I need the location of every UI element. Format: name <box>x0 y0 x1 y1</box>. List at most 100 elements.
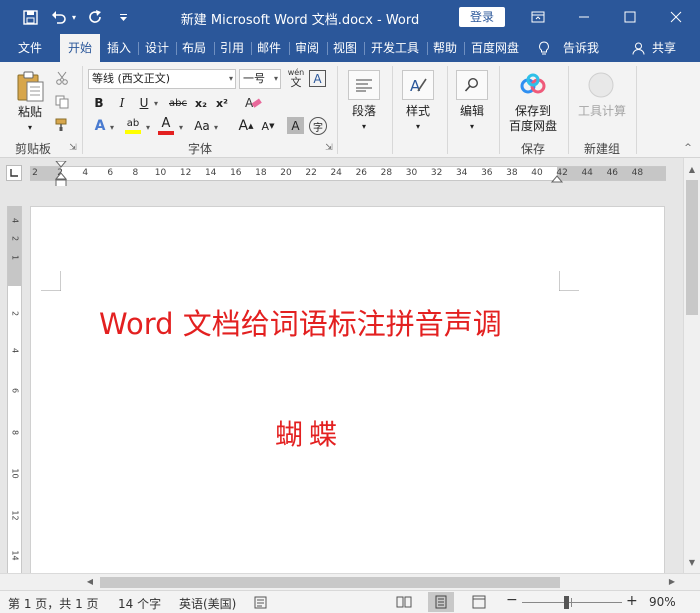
document-word[interactable]: 蝴蝶 <box>275 413 343 453</box>
scroll-right-icon[interactable]: ▶ <box>664 574 680 590</box>
tab-review[interactable]: 审阅 <box>290 34 324 62</box>
copy-icon[interactable] <box>54 94 70 110</box>
save-to-baidu-line2[interactable]: 百度网盘 <box>505 119 561 134</box>
underline-button[interactable]: U <box>136 94 152 112</box>
tell-me-search[interactable]: 告诉我 <box>558 34 604 62</box>
paragraph-icon[interactable] <box>348 70 380 100</box>
close-icon[interactable] <box>653 0 699 34</box>
enclose-characters-button[interactable]: 字 <box>309 117 327 135</box>
strikethrough-button[interactable]: abc <box>167 94 189 112</box>
cut-icon[interactable] <box>54 70 70 86</box>
tab-baidu[interactable]: 百度网盘 <box>465 34 525 62</box>
zoom-in-button[interactable]: + <box>626 593 638 609</box>
login-button[interactable]: 登录 <box>459 7 505 27</box>
tab-mailings[interactable]: 邮件 <box>252 34 286 62</box>
zoom-level[interactable]: 90% <box>649 595 676 609</box>
vertical-scroll-thumb[interactable] <box>686 180 698 315</box>
horizontal-scrollbar[interactable]: ◀ ▶ <box>0 573 700 590</box>
tab-help[interactable]: 帮助 <box>428 34 462 62</box>
horizontal-scroll-thumb[interactable] <box>100 577 560 588</box>
maximize-icon[interactable] <box>607 0 653 34</box>
editing-dropdown-icon[interactable]: ▾ <box>452 119 492 134</box>
font-launcher-icon[interactable]: ⇲ <box>324 142 334 154</box>
tab-layout[interactable]: 布局 <box>177 34 211 62</box>
bold-button[interactable]: B <box>91 94 107 112</box>
styles-button[interactable]: 样式 <box>398 104 438 119</box>
grow-font-button[interactable]: A ▲ <box>236 116 256 136</box>
proofing-icon[interactable] <box>254 596 267 612</box>
character-border-icon[interactable]: A <box>309 70 326 87</box>
save-to-baidu-line1[interactable]: 保存到 <box>505 104 561 119</box>
right-indent-marker-icon[interactable] <box>551 173 563 183</box>
document-page[interactable]: Word 文档给词语标注拼音声调 蝴蝶 <box>30 206 665 573</box>
styles-icon[interactable]: A <box>402 70 434 100</box>
zoom-slider-thumb[interactable] <box>564 596 570 609</box>
tab-design[interactable]: 设计 <box>140 34 174 62</box>
user-icon[interactable] <box>628 34 648 62</box>
baidu-netdisk-icon[interactable] <box>518 70 548 100</box>
text-effects-button[interactable]: A <box>91 116 109 136</box>
font-size-select[interactable]: 一号 ▾ <box>239 69 281 89</box>
tab-selector[interactable] <box>6 165 22 181</box>
vertical-scrollbar[interactable]: ▲ ▼ <box>683 158 700 573</box>
share-button[interactable]: 共享 <box>648 34 680 62</box>
format-painter-icon[interactable] <box>54 116 70 132</box>
scroll-up-icon[interactable]: ▲ <box>684 162 700 178</box>
phonetic-guide-icon[interactable]: wén 文 <box>287 68 305 90</box>
collapse-ribbon-icon[interactable]: ^ <box>682 142 694 154</box>
character-shading-button[interactable]: A <box>287 117 304 134</box>
paste-icon[interactable] <box>14 70 46 102</box>
highlight-dropdown-icon[interactable]: ▾ <box>144 120 152 134</box>
paste-button[interactable]: 粘贴 <box>12 105 48 120</box>
zoom-out-button[interactable]: − <box>506 592 518 608</box>
read-mode-icon[interactable] <box>396 595 412 612</box>
tab-file[interactable]: 文件 <box>8 34 52 62</box>
shrink-font-button[interactable]: A ▼ <box>258 116 278 136</box>
subscript-button[interactable]: x₂ <box>192 94 210 112</box>
paragraph-dropdown-icon[interactable]: ▾ <box>344 119 384 134</box>
page-indicator[interactable]: 第 1 页，共 1 页 <box>8 595 99 612</box>
vertical-ruler-number: 12 <box>10 510 20 521</box>
vertical-ruler[interactable]: 4 2 1 2 4 6 8 10 12 14 <box>7 206 22 573</box>
language-indicator[interactable]: 英语(美国) <box>179 595 236 612</box>
change-case-dropdown-icon[interactable]: ▾ <box>212 120 220 134</box>
paste-dropdown-icon[interactable]: ▾ <box>12 120 48 135</box>
font-name-select[interactable]: 等线 (西文正文) ▾ <box>88 69 236 89</box>
scroll-left-icon[interactable]: ◀ <box>82 574 98 590</box>
styles-dropdown-icon[interactable]: ▾ <box>398 119 438 134</box>
highlight-button[interactable]: ab <box>122 115 144 137</box>
document-heading[interactable]: Word 文档给词语标注拼音声调 <box>99 301 502 343</box>
clear-formatting-icon[interactable]: A <box>243 94 263 112</box>
ruler-number: 28 <box>380 168 393 178</box>
font-size-dropdown-icon[interactable]: ▾ <box>274 70 278 88</box>
lightbulb-icon[interactable] <box>533 34 555 62</box>
horizontal-ruler[interactable]: 2 2 4 6 8 10 12 14 16 18 20 22 24 26 28 30 32 34 36 38 40 42 4… <box>30 161 666 188</box>
word-count[interactable]: 14 个字 <box>118 595 161 612</box>
tab-insert[interactable]: 插入 <box>102 34 136 62</box>
tab-references[interactable]: 引用 <box>215 34 249 62</box>
italic-button[interactable]: I <box>114 94 130 112</box>
font-color-button[interactable]: A <box>156 115 176 137</box>
font-color-dropdown-icon[interactable]: ▾ <box>177 120 185 134</box>
superscript-button[interactable]: x² <box>213 94 231 112</box>
tab-developer[interactable]: 开发工具 <box>365 34 425 62</box>
search-icon[interactable] <box>456 70 488 100</box>
scroll-down-icon[interactable]: ▼ <box>684 555 700 571</box>
vertical-ruler-number: 10 <box>10 468 20 479</box>
web-layout-icon[interactable] <box>472 595 486 612</box>
tab-view[interactable]: 视图 <box>328 34 362 62</box>
text-effects-dropdown-icon[interactable]: ▾ <box>108 120 116 134</box>
font-name-dropdown-icon[interactable]: ▾ <box>229 70 233 88</box>
clipboard-launcher-icon[interactable]: ⇲ <box>68 142 78 154</box>
tab-home[interactable]: 开始 <box>60 34 100 63</box>
ribbon-display-icon[interactable] <box>515 0 561 34</box>
indent-markers-icon[interactable] <box>55 161 67 189</box>
ruler-number: 38 <box>506 168 518 178</box>
minimize-icon[interactable] <box>561 0 607 34</box>
change-case-button[interactable]: Aa <box>191 116 213 136</box>
paragraph-button[interactable]: 段落 <box>344 104 384 119</box>
print-layout-icon[interactable] <box>428 592 454 612</box>
zoom-slider-track[interactable] <box>522 602 622 603</box>
underline-dropdown-icon[interactable]: ▾ <box>152 95 160 111</box>
editing-button[interactable]: 编辑 <box>452 104 492 119</box>
